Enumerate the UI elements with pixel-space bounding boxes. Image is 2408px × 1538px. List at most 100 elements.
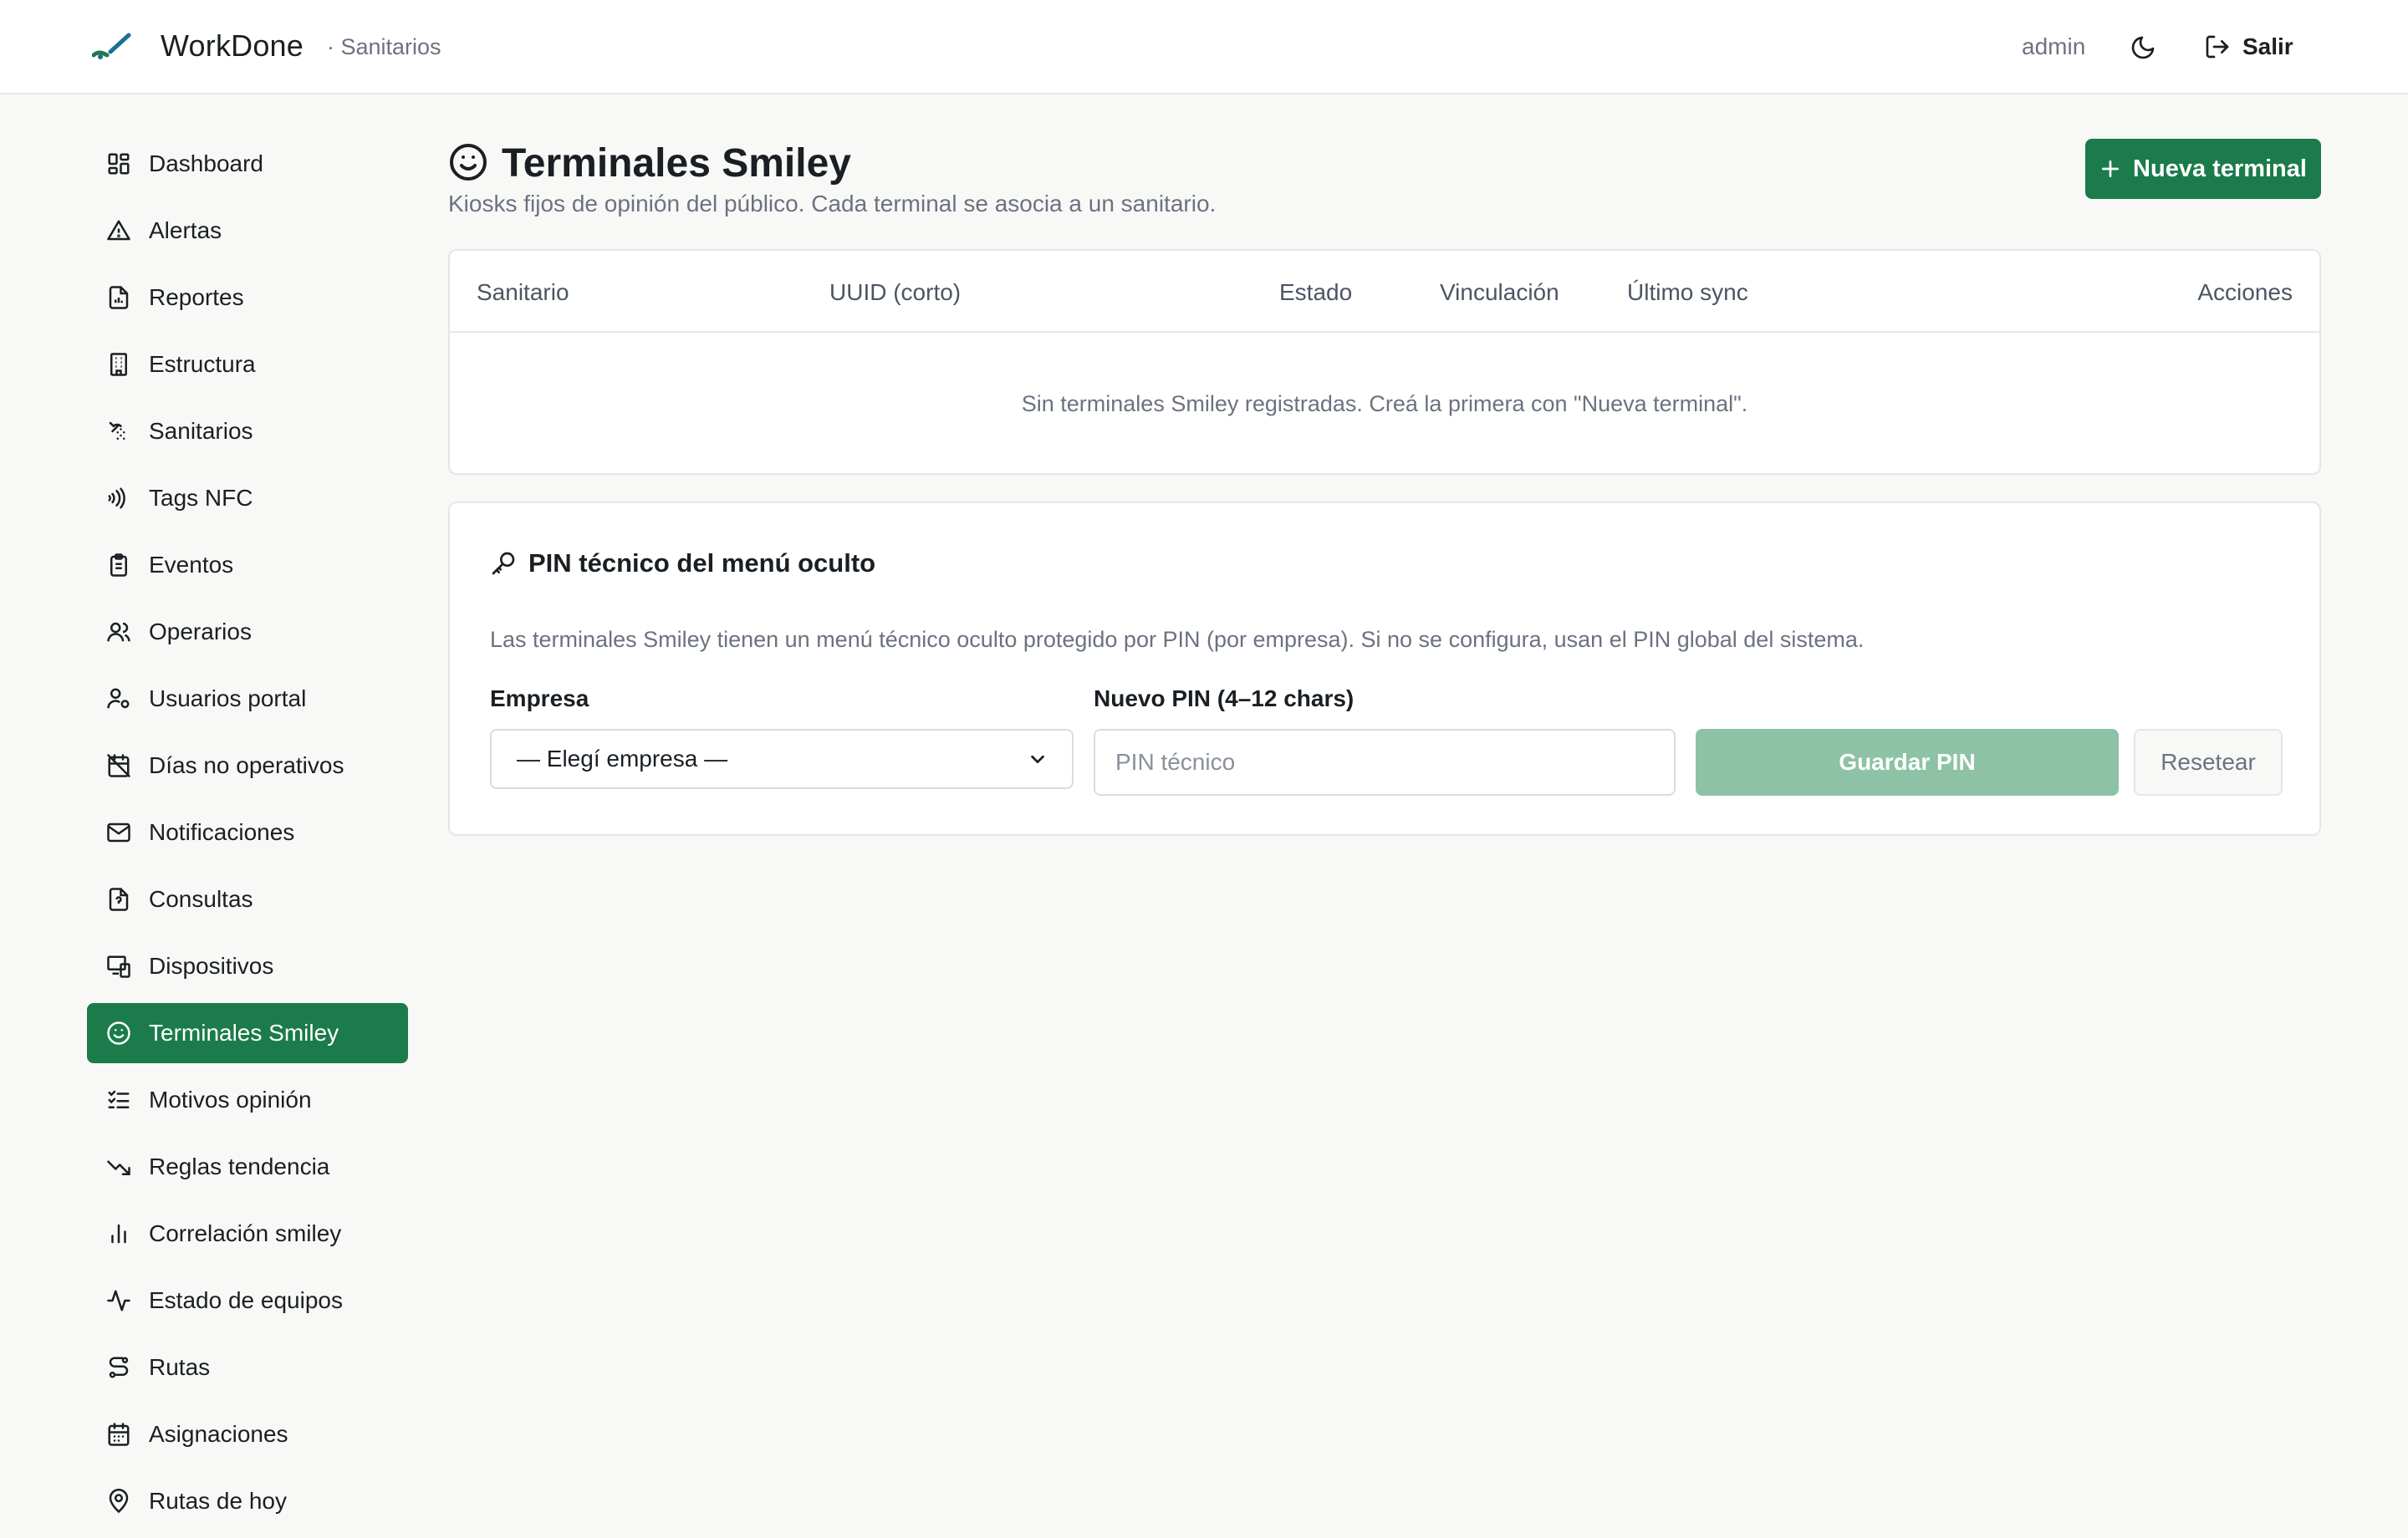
nfc-icon — [108, 487, 125, 509]
clipboard-icon — [110, 553, 127, 577]
sidebar-item-dias-no-operativos[interactable]: Días no operativos — [87, 736, 408, 796]
top-bar: WorkDone · Sanitarios admin Salir — [0, 0, 2408, 94]
smiley-icon — [107, 1021, 130, 1045]
empresa-select[interactable]: — Elegí empresa — — [490, 729, 1074, 789]
sidebar-item-estructura[interactable]: Estructura — [87, 334, 408, 395]
smiley-icon — [450, 144, 487, 181]
column-header-acciones: Acciones — [2197, 279, 2293, 305]
sidebar-item-label: Terminales Smiley — [149, 1020, 339, 1046]
sidebar-item-label: Asignaciones — [149, 1421, 288, 1447]
app-name[interactable]: WorkDone — [161, 28, 304, 64]
sidebar-item-reglas-tendencia[interactable]: Reglas tendencia — [87, 1137, 408, 1197]
key-icon — [492, 552, 515, 575]
sidebar-item-label: Días no operativos — [149, 752, 344, 778]
sidebar-item-label: Dispositivos — [149, 953, 274, 979]
app-section: · Sanitarios — [327, 34, 441, 59]
save-pin-button[interactable]: Guardar PIN — [1696, 729, 2119, 796]
sidebar-nav: Dashboard Alertas Reportes Estructura Sa… — [87, 134, 408, 1538]
column-header-vinculacion[interactable]: Vinculación — [1440, 279, 1559, 306]
sidebar-item-rutas-de-hoy[interactable]: Rutas de hoy — [87, 1471, 408, 1531]
sidebar-item-label: Correlación smiley — [149, 1220, 342, 1246]
empresa-label: Empresa — [490, 685, 589, 711]
page-title: Terminales Smiley — [502, 141, 851, 186]
sidebar-item-label: Dashboard — [149, 150, 263, 176]
sidebar-item-notificaciones[interactable]: Notificaciones — [87, 802, 408, 863]
logout-button[interactable]: Salir — [2204, 25, 2313, 69]
user-key-icon — [107, 688, 130, 709]
moon-icon — [2131, 36, 2155, 59]
building-icon — [110, 353, 127, 376]
page-subtitle: Kiosks fijos de opinión del público. Cad… — [448, 191, 1217, 216]
sidebar-item-label: Notificaciones — [149, 819, 295, 845]
sidebar-item-operarios[interactable]: Operarios — [87, 602, 408, 662]
sidebar-item-reportes[interactable]: Reportes — [87, 267, 408, 328]
new-pin-label: Nuevo PIN (4–12 chars) — [1094, 685, 1354, 711]
sidebar-item-label: Operarios — [149, 619, 252, 644]
calendar-off-icon — [107, 754, 130, 777]
report-icon — [109, 286, 129, 309]
file-question-icon — [109, 888, 129, 911]
sidebar-item-label: Consultas — [149, 886, 253, 912]
main-content: Terminales Smiley Kiosks fijos de opinió… — [448, 134, 2321, 234]
sidebar-item-label: Rutas de hoy — [149, 1488, 287, 1514]
sidebar-item-consultas[interactable]: Consultas — [87, 869, 408, 929]
sidebar-item-label: Estado de equipos — [149, 1287, 343, 1313]
terminals-table: Sanitario UUID (corto) Estado Vinculació… — [448, 249, 2321, 475]
map-pin-icon — [109, 1489, 129, 1514]
sidebar-item-label: Tags NFC — [149, 485, 253, 511]
sidebar-item-label: Usuarios portal — [149, 685, 307, 711]
new-terminal-button[interactable]: Nueva terminal — [2085, 139, 2321, 199]
calendar-icon — [108, 1423, 130, 1446]
sidebar-item-terminales-smiley[interactable]: Terminales Smiley — [87, 1003, 408, 1063]
logout-label: Salir — [2242, 33, 2293, 59]
table-header: Sanitario UUID (corto) Estado Vinculació… — [450, 251, 2319, 333]
logout-icon — [2206, 35, 2229, 59]
sidebar-item-label: Alertas — [149, 217, 222, 243]
pin-section: PIN técnico del menú oculto Las terminal… — [448, 502, 2321, 836]
pin-section-header: PIN técnico del menú oculto — [490, 548, 875, 578]
devices-icon — [107, 955, 130, 978]
sidebar-item-sanitarios[interactable]: Sanitarios — [87, 401, 408, 461]
sidebar-item-label: Motivos opinión — [149, 1087, 312, 1113]
grid-icon — [108, 153, 130, 175]
sidebar-item-eventos[interactable]: Eventos — [87, 535, 408, 595]
theme-toggle-button[interactable] — [2124, 28, 2162, 67]
list-check-icon — [108, 1090, 130, 1108]
trend-down-icon — [107, 1160, 130, 1175]
pin-input[interactable] — [1094, 729, 1676, 796]
current-user: admin — [2022, 33, 2086, 59]
chevron-down-icon — [1031, 755, 1044, 764]
sidebar-item-label: Estructura — [149, 351, 256, 377]
sidebar-item-label: Sanitarios — [149, 418, 253, 444]
sidebar-item-correlacion-smiley[interactable]: Correlación smiley — [87, 1204, 408, 1264]
sidebar-item-label: Reglas tendencia — [149, 1154, 330, 1179]
sidebar-item-asignaciones[interactable]: Asignaciones — [87, 1404, 408, 1464]
sidebar-item-motivos-opinion[interactable]: Motivos opinión — [87, 1070, 408, 1130]
plus-icon — [2102, 160, 2120, 178]
empty-state-message: Sin terminales Smiley registradas. Creá … — [1021, 391, 1748, 416]
sidebar-item-label: Eventos — [149, 552, 234, 578]
empresa-select-value: — Elegí empresa — — [517, 746, 728, 772]
sidebar-item-tags-nfc[interactable]: Tags NFC — [87, 468, 408, 528]
column-header-ultimo-sync[interactable]: Último sync — [1627, 279, 1748, 306]
sidebar-item-label: Reportes — [149, 284, 244, 310]
column-header-sanitario[interactable]: Sanitario — [477, 279, 569, 306]
bar-chart-icon — [111, 1224, 126, 1244]
sidebar-item-usuarios-portal[interactable]: Usuarios portal — [87, 669, 408, 729]
sidebar-item-dispositivos[interactable]: Dispositivos — [87, 936, 408, 996]
sidebar-item-dashboard[interactable]: Dashboard — [87, 134, 408, 194]
sidebar-item-alertas[interactable]: Alertas — [87, 201, 408, 261]
mail-icon — [107, 822, 130, 843]
sidebar-item-estado-de-equipos[interactable]: Estado de equipos — [87, 1271, 408, 1331]
shower-icon — [109, 421, 125, 440]
sidebar-item-label: Rutas — [149, 1354, 211, 1380]
activity-icon — [107, 1290, 130, 1311]
route-icon — [109, 1357, 129, 1378]
sidebar-item-rutas[interactable]: Rutas — [87, 1337, 408, 1398]
column-header-estado[interactable]: Estado — [1279, 279, 1352, 306]
page-header: Terminales Smiley Kiosks fijos de opinió… — [448, 134, 2321, 234]
warning-icon — [107, 220, 130, 241]
column-header-uuid[interactable]: UUID (corto) — [829, 279, 961, 306]
new-terminal-label: Nueva terminal — [2133, 155, 2307, 182]
reset-pin-button[interactable]: Resetear — [2134, 729, 2283, 796]
